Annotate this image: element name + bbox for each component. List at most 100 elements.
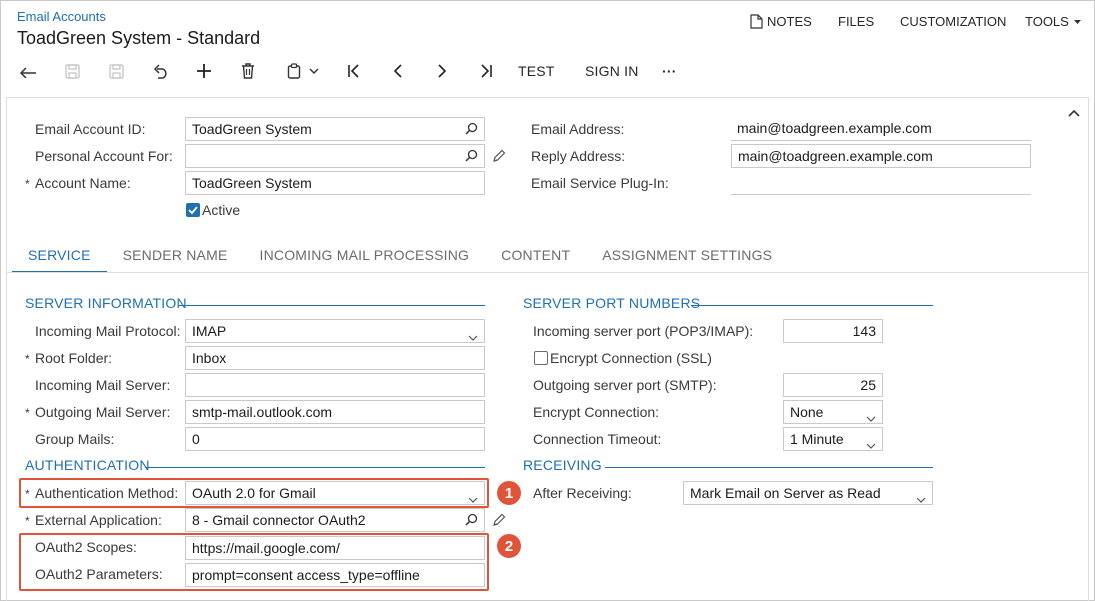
incoming-mail-protocol-select[interactable]: IMAP xyxy=(185,319,485,343)
callout-badge-1: 1 xyxy=(497,481,521,505)
incoming-mail-server-field[interactable] xyxy=(185,373,485,397)
tools-menu[interactable]: TOOLS xyxy=(1025,14,1082,29)
encrypt-ssl-checkbox[interactable] xyxy=(534,351,548,365)
email-service-plugin-field xyxy=(731,171,1031,195)
save-button[interactable] xyxy=(105,60,127,82)
required-marker: * xyxy=(25,406,30,420)
undo-button[interactable] xyxy=(149,60,171,82)
back-icon xyxy=(19,64,37,78)
outgoing-port-field[interactable]: 25 xyxy=(783,373,883,397)
root-folder-field[interactable]: Inbox xyxy=(185,346,485,370)
incoming-port-field[interactable]: 143 xyxy=(783,319,883,343)
oauth2-parameters-field[interactable]: prompt=consent access_type=offline xyxy=(185,563,485,587)
tab-bar: SERVICE SENDER NAME INCOMING MAIL PROCES… xyxy=(12,240,788,273)
after-receiving-select[interactable]: Mark Email on Server as Read xyxy=(683,481,933,505)
required-marker: * xyxy=(25,352,30,366)
connection-timeout-select[interactable]: 1 Minute xyxy=(783,427,883,451)
last-record-icon xyxy=(479,64,493,78)
note-icon xyxy=(750,14,763,29)
next-record-icon xyxy=(437,64,447,78)
edit-pencil-icon[interactable] xyxy=(492,513,506,530)
tab-content[interactable]: CONTENT xyxy=(485,240,586,273)
authentication-method-select[interactable]: OAuth 2.0 for Gmail xyxy=(185,481,485,505)
outgoing-mail-server-label: Outgoing Mail Server: xyxy=(35,404,171,420)
tab-sender-name[interactable]: SENDER NAME xyxy=(107,240,244,273)
add-button[interactable] xyxy=(193,60,215,82)
more-icon[interactable]: ··· xyxy=(662,60,677,82)
test-button[interactable]: TEST xyxy=(518,60,555,82)
save-close-icon xyxy=(64,63,80,79)
reply-address-field[interactable]: main@toadgreen.example.com xyxy=(731,144,1031,168)
next-record-button[interactable] xyxy=(431,60,453,82)
search-icon[interactable] xyxy=(465,149,478,165)
search-icon[interactable] xyxy=(465,122,478,138)
collapse-icon[interactable] xyxy=(1068,104,1080,120)
save-close-button[interactable] xyxy=(61,60,83,82)
delete-button[interactable] xyxy=(237,60,259,82)
edit-pencil-icon[interactable] xyxy=(492,149,506,166)
first-record-button[interactable] xyxy=(343,60,365,82)
chevron-down-icon xyxy=(309,68,319,74)
outgoing-mail-server-field[interactable]: smtp-mail.outlook.com xyxy=(185,400,485,424)
oauth2-scopes-field[interactable]: https://mail.google.com/ xyxy=(185,536,485,560)
copy-paste-button[interactable] xyxy=(281,60,325,82)
required-marker: * xyxy=(25,514,30,528)
personal-account-for-field[interactable] xyxy=(185,144,485,168)
after-receiving-label: After Receiving: xyxy=(533,485,632,501)
sign-in-button[interactable]: SIGN IN xyxy=(585,60,639,82)
chevron-down-icon xyxy=(866,409,876,423)
page-title: ToadGreen System - Standard xyxy=(17,28,261,48)
files-menu[interactable]: FILES xyxy=(838,14,874,29)
customization-label: CUSTOMIZATION xyxy=(900,14,1007,29)
group-mails-field[interactable]: 0 xyxy=(185,427,485,451)
account-name-value: ToadGreen System xyxy=(192,175,312,191)
active-checkbox[interactable] xyxy=(186,203,200,217)
oauth2-scopes-value: https://mail.google.com/ xyxy=(192,540,340,556)
email-account-id-value: ToadGreen System xyxy=(192,121,312,137)
incoming-mail-server-label: Incoming Mail Server: xyxy=(35,377,171,393)
add-icon xyxy=(196,63,212,79)
root-folder-label: Root Folder: xyxy=(35,350,113,366)
outgoing-port-value: 25 xyxy=(860,377,876,393)
account-name-field[interactable]: ToadGreen System xyxy=(185,171,485,195)
email-account-id-field[interactable]: ToadGreen System xyxy=(185,117,485,141)
tab-incoming-mail-processing[interactable]: INCOMING MAIL PROCESSING xyxy=(244,240,486,273)
customization-menu[interactable]: CUSTOMIZATION xyxy=(900,14,1006,29)
copy-paste-icon xyxy=(287,63,301,79)
incoming-mail-protocol-value: IMAP xyxy=(192,323,227,339)
encrypt-ssl-label: Encrypt Connection (SSL) xyxy=(550,350,712,366)
external-application-field[interactable]: 8 - Gmail connector OAuth2 xyxy=(185,508,485,532)
tab-service[interactable]: SERVICE xyxy=(12,240,107,273)
required-marker: * xyxy=(25,487,30,501)
first-record-icon xyxy=(347,64,361,78)
breadcrumb[interactable]: Email Accounts xyxy=(17,9,106,24)
tools-label: TOOLS xyxy=(1025,14,1069,29)
oauth2-scopes-label: OAuth2 Scopes: xyxy=(35,539,137,555)
back-button[interactable] xyxy=(17,60,39,82)
encrypt-connection-select[interactable]: None xyxy=(783,400,883,424)
search-icon[interactable] xyxy=(465,513,478,529)
server-port-numbers-title: SERVER PORT NUMBERS xyxy=(523,295,701,311)
chevron-down-icon xyxy=(866,436,876,450)
required-marker: * xyxy=(25,177,30,191)
encrypt-connection-label: Encrypt Connection: xyxy=(533,404,660,420)
connection-timeout-label: Connection Timeout: xyxy=(533,431,662,447)
previous-record-icon xyxy=(393,64,403,78)
oauth2-parameters-label: OAuth2 Parameters: xyxy=(35,566,163,582)
callout-badge-2: 2 xyxy=(497,534,521,558)
chevron-down-icon xyxy=(916,490,926,504)
incoming-port-value: 143 xyxy=(852,323,876,339)
tab-assignment-settings[interactable]: ASSIGNMENT SETTINGS xyxy=(586,240,788,273)
section-divider xyxy=(178,305,485,306)
active-label: Active xyxy=(202,202,241,218)
personal-account-for-label: Personal Account For: xyxy=(35,148,173,164)
email-address-field: main@toadgreen.example.com xyxy=(731,117,1031,141)
section-divider xyxy=(146,467,485,468)
last-record-button[interactable] xyxy=(475,60,497,82)
section-divider xyxy=(605,467,933,468)
authentication-method-label: Authentication Method: xyxy=(35,485,179,501)
undo-icon xyxy=(152,63,169,79)
root-folder-value: Inbox xyxy=(192,350,227,366)
notes-menu[interactable]: NOTES xyxy=(750,14,812,29)
previous-record-button[interactable] xyxy=(387,60,409,82)
